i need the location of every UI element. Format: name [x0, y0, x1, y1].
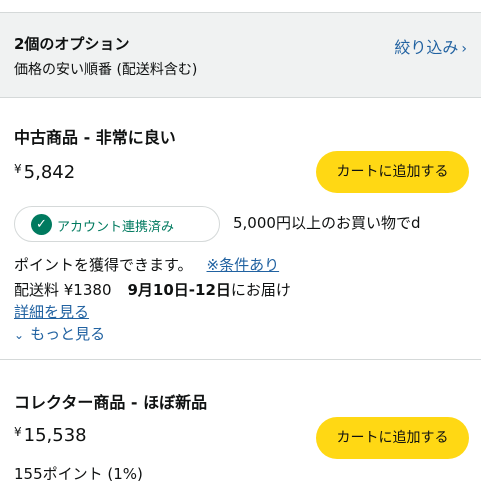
add-to-cart-button[interactable]: カートに追加する	[316, 417, 469, 459]
offer-card: コレクター商品 - ほぼ新品 ¥15,538 カートに追加する 155ポイント …	[0, 361, 481, 481]
account-linked-label: アカウント連携済み	[57, 220, 175, 235]
filter-label: 絞り込み	[394, 38, 459, 57]
offer-price: ¥5,842	[14, 162, 75, 183]
filter-button[interactable]: 絞り込み ›	[394, 34, 467, 58]
account-linked-badge[interactable]: ✓ アカウント連携済み	[14, 206, 220, 242]
conditions-link[interactable]: ※条件あり	[207, 256, 280, 274]
chevron-right-icon: ›	[461, 41, 467, 57]
details-link[interactable]: 詳細を見る	[14, 301, 89, 322]
points-line: ポイントを獲得できます。 ※条件あり	[14, 254, 279, 275]
delivery-date: 9月10日-12日	[127, 281, 231, 299]
price-value: 15,538	[23, 425, 87, 446]
promo-text: 5,000円以上のお買い物でd	[233, 214, 421, 232]
points-earned: 155ポイント (1%)	[14, 465, 143, 481]
offer-price: ¥15,538	[14, 425, 87, 446]
offer-condition: 中古商品 - 非常に良い	[14, 128, 176, 147]
add-to-cart-button[interactable]: カートに追加する	[316, 151, 469, 193]
delivery-suffix: にお届け	[230, 281, 291, 299]
sort-order-label: 価格の安い順番 (配送料含む)	[14, 62, 198, 78]
shipping-fee: 配送料 ¥1380	[14, 281, 112, 299]
offer-card: 中古商品 - 非常に良い ¥5,842 カートに追加する ✓ アカウント連携済み…	[0, 98, 481, 360]
offer-condition: コレクター商品 - ほぼ新品	[14, 393, 208, 412]
currency-symbol: ¥	[14, 162, 22, 176]
currency-symbol: ¥	[14, 425, 22, 439]
check-circle-icon: ✓	[31, 214, 52, 235]
shipping-line: 配送料 ¥1380 9月10日-12日にお届け	[14, 279, 291, 300]
option-count: 2個のオプション	[14, 35, 130, 53]
see-more-label: もっと見る	[30, 325, 106, 343]
chevron-down-icon: ⌄	[14, 328, 25, 342]
points-text: ポイントを獲得できます。	[14, 256, 193, 274]
offers-header: 2個のオプション 価格の安い順番 (配送料含む) 絞り込み ›	[0, 12, 481, 98]
see-more-link[interactable]: ⌄ もっと見る	[14, 323, 105, 344]
price-value: 5,842	[23, 162, 76, 183]
